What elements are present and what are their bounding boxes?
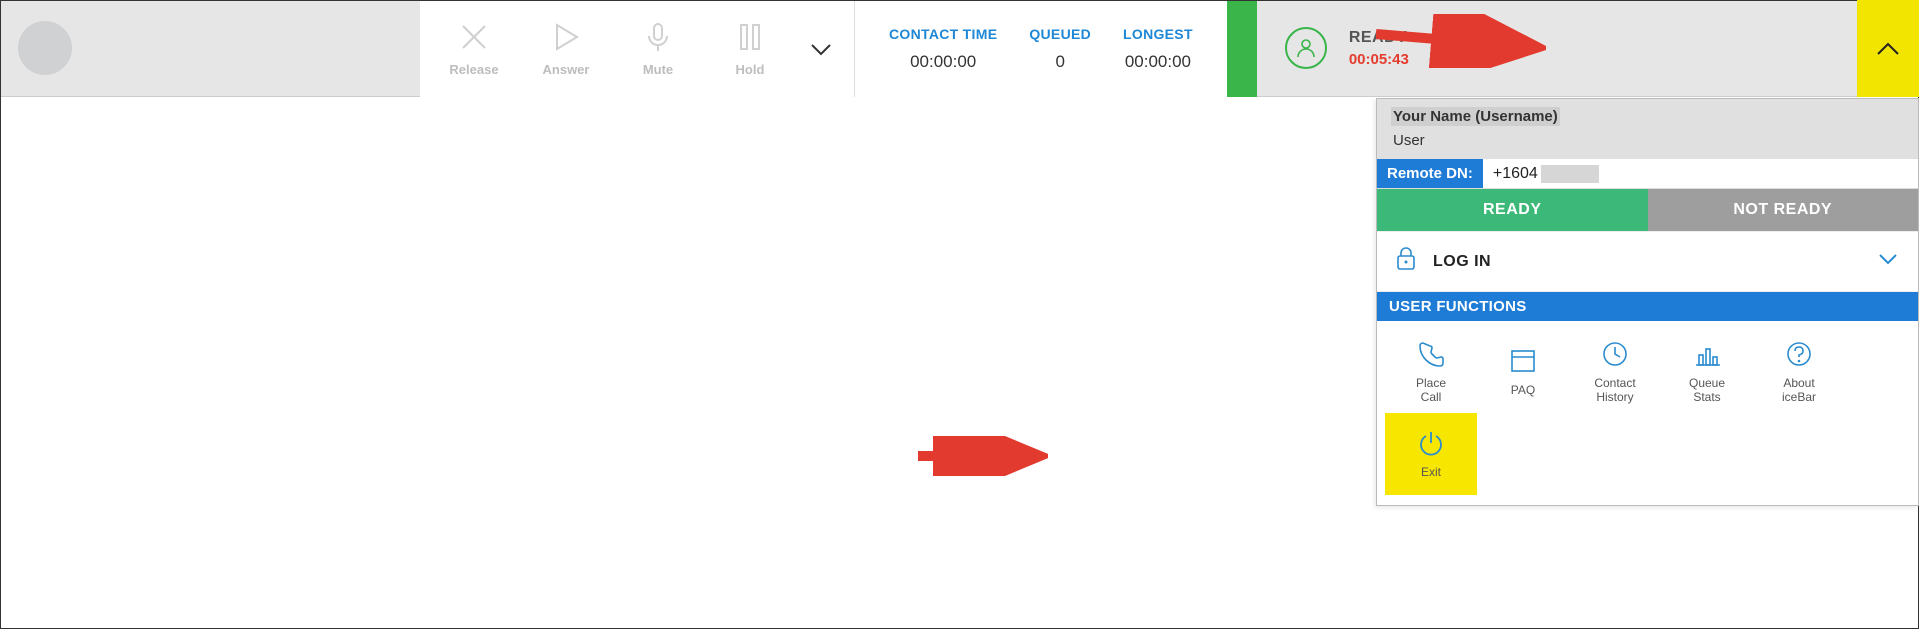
- contact-history-label: ContactHistory: [1594, 377, 1635, 405]
- status-timer: 00:05:43: [1349, 51, 1409, 68]
- status-label: READY: [1349, 29, 1409, 47]
- remote-dn-text: +1604: [1493, 165, 1538, 183]
- user-panel-header: Your Name (Username) User: [1377, 99, 1918, 159]
- queue-stats-button[interactable]: QueueStats: [1661, 331, 1753, 413]
- redacted-segment: [1541, 165, 1599, 183]
- not-ready-button[interactable]: NOT READY: [1648, 189, 1919, 231]
- status-text: READY 00:05:43: [1349, 29, 1409, 68]
- paq-button[interactable]: PAQ: [1477, 331, 1569, 413]
- queue-stats-label: QueueStats: [1689, 377, 1725, 405]
- window-icon: [1508, 346, 1538, 376]
- user-functions-grid: PlaceCall PAQ ContactHistory QueueStats …: [1377, 321, 1918, 505]
- chevron-down-icon: [1876, 247, 1900, 271]
- state-toggle-row: READY NOT READY: [1377, 189, 1918, 231]
- user-status-icon: [1285, 27, 1327, 69]
- place-call-label: PlaceCall: [1416, 377, 1446, 405]
- ready-button[interactable]: READY: [1377, 189, 1648, 231]
- lock-icon: [1395, 246, 1417, 277]
- chevron-up-icon: [1873, 34, 1903, 64]
- about-label: AbouticeBar: [1782, 377, 1816, 405]
- remote-dn-value[interactable]: +1604: [1483, 165, 1609, 183]
- about-button[interactable]: AbouticeBar: [1753, 331, 1845, 413]
- phone-icon: [1416, 339, 1446, 369]
- exit-button[interactable]: Exit: [1385, 413, 1477, 495]
- login-expand-icon: [1876, 247, 1900, 276]
- user-display-name: Your Name (Username): [1391, 107, 1560, 126]
- clock-icon: [1600, 339, 1630, 369]
- login-label: LOG IN: [1433, 253, 1491, 271]
- bar-chart-icon: [1692, 339, 1722, 369]
- remote-dn-row: Remote DN: +1604: [1377, 159, 1918, 189]
- person-icon: [1294, 36, 1318, 60]
- question-icon: [1784, 339, 1814, 369]
- power-icon: [1416, 428, 1446, 458]
- user-panel: Your Name (Username) User Remote DN: +16…: [1376, 98, 1919, 506]
- contact-history-button[interactable]: ContactHistory: [1569, 331, 1661, 413]
- collapse-panel-button[interactable]: [1857, 0, 1919, 97]
- remote-dn-label: Remote DN:: [1377, 159, 1483, 188]
- exit-label: Exit: [1421, 466, 1441, 480]
- user-functions-header: USER FUNCTIONS: [1377, 292, 1918, 321]
- place-call-button[interactable]: PlaceCall: [1385, 331, 1477, 413]
- paq-label: PAQ: [1511, 384, 1535, 398]
- login-row[interactable]: LOG IN: [1377, 231, 1918, 292]
- status-zone: READY 00:05:43: [1257, 0, 1919, 96]
- user-role: User: [1391, 132, 1904, 149]
